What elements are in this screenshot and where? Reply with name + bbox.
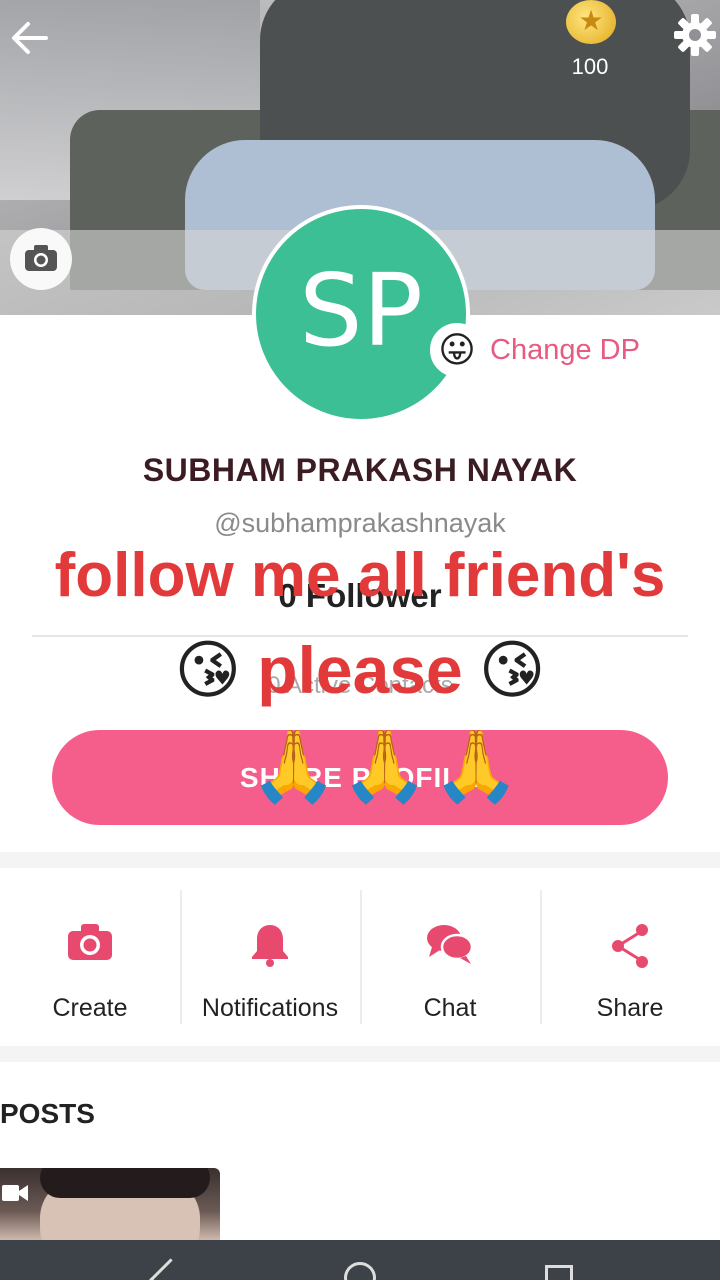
section-separator — [0, 1046, 720, 1062]
chat-label: Chat — [423, 994, 477, 1022]
notifications-button[interactable]: Notifications — [180, 868, 360, 1046]
create-label: Create — [52, 994, 128, 1022]
overlay-caption-line1: follow me all friend's — [54, 541, 666, 610]
camera-icon — [68, 924, 112, 960]
coin-count: 100 — [571, 54, 609, 79]
post-thumbnail-hair — [40, 1168, 210, 1198]
create-button[interactable]: Create — [0, 868, 180, 1046]
chat-icon — [427, 925, 474, 964]
kiss-emoji-icon: 😘 — [174, 633, 242, 706]
share-icon — [612, 924, 648, 968]
back-arrow-icon[interactable] — [8, 16, 52, 60]
pray-emoji-row: 🙏 🙏 🙏 — [250, 726, 520, 808]
change-dp-label: Change DP — [490, 333, 640, 366]
posts-heading: POSTS — [0, 1098, 95, 1129]
nav-home-icon[interactable] — [344, 1262, 376, 1280]
pray-emoji-icon: 🙏 — [341, 727, 429, 805]
kiss-emoji-icon: 😘 — [478, 633, 546, 706]
post-thumbnail[interactable] — [0, 1168, 220, 1240]
share-button[interactable]: Share — [540, 868, 720, 1046]
star-icon: ★ — [578, 5, 604, 36]
coin-icon[interactable]: ★ — [566, 0, 616, 44]
avatar[interactable]: SP — [252, 205, 470, 423]
share-label: Share — [596, 994, 664, 1022]
gear-icon[interactable] — [672, 12, 718, 58]
section-separator — [0, 852, 720, 868]
chat-button[interactable]: Chat — [360, 868, 540, 1046]
overlay-caption-word: please — [257, 633, 463, 707]
camera-icon — [25, 245, 57, 271]
change-dp-button[interactable]: 😛 Change DP — [430, 322, 640, 378]
nav-back-icon[interactable] — [149, 1258, 185, 1280]
pray-emoji-icon: 🙏 — [250, 727, 338, 805]
overlay-caption-line2: 😘 please 😘 — [0, 632, 720, 708]
change-cover-button[interactable] — [10, 228, 72, 290]
video-icon — [2, 1185, 28, 1201]
nav-recents-icon[interactable] — [545, 1265, 573, 1280]
profile-name: SUBHAM PRAKASH NAYAK — [142, 452, 578, 488]
tongue-emoji-icon: 😛 — [430, 323, 484, 377]
notifications-label: Notifications — [201, 994, 339, 1022]
system-nav-bar — [0, 1240, 720, 1280]
profile-handle: @subhamprakashnayak — [214, 508, 506, 538]
pray-emoji-icon: 🙏 — [432, 727, 520, 805]
action-bar: Create Notifications Chat Share — [0, 868, 720, 1046]
bell-icon — [252, 925, 288, 967]
